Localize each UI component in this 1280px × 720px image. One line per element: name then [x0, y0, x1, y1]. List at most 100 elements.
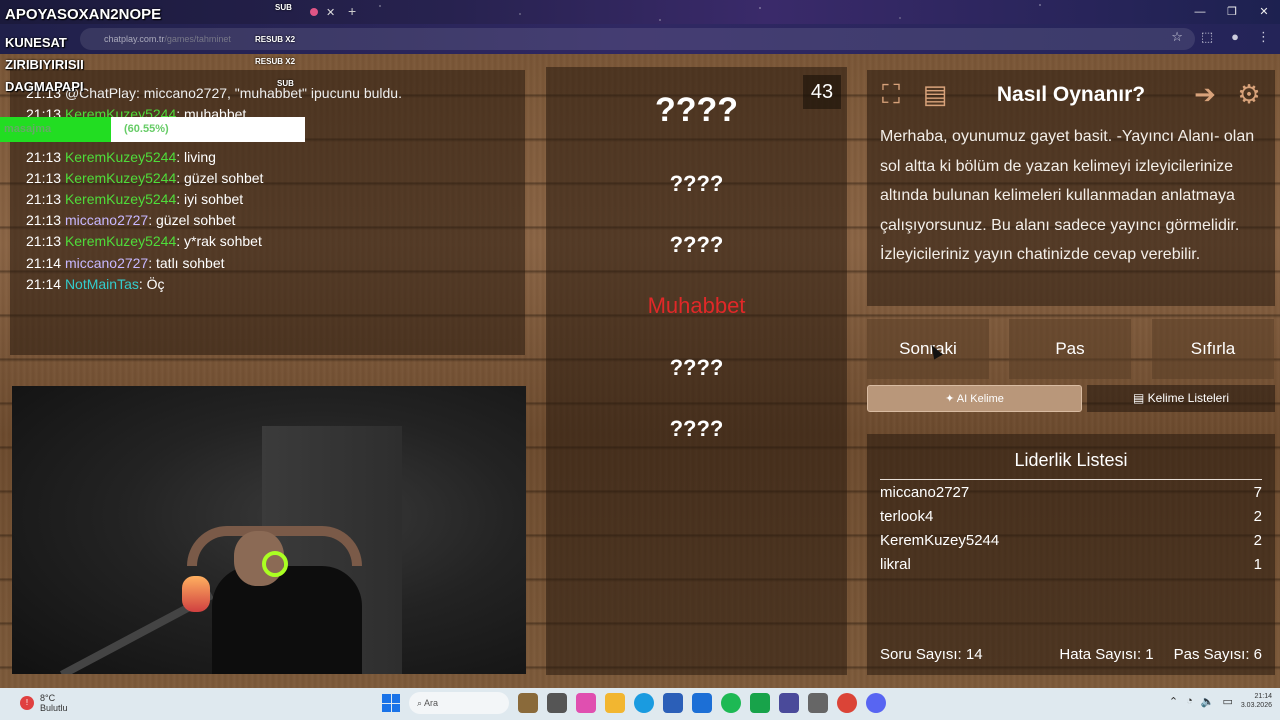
task-view-icon[interactable]: [547, 693, 567, 713]
weather-alert-icon: !: [20, 696, 34, 710]
player-name: KeremKuzey5244: [880, 532, 1000, 549]
chat-time: 21:14: [26, 254, 62, 271]
overlay-sub-3: RESUB X2: [255, 57, 296, 66]
chat-text: tatlı sohbet: [156, 254, 225, 271]
app-icon[interactable]: [808, 693, 828, 713]
leaderboard-panel: Liderlik Listesi miccano2727 7 terlook4 …: [867, 434, 1275, 675]
chat-username[interactable]: NotMainTas: [65, 276, 139, 292]
file-explorer-icon[interactable]: [605, 693, 625, 713]
tab-close-icon[interactable]: ✕: [326, 6, 335, 19]
word-lists-label: Kelime Listeleri: [1147, 391, 1230, 405]
close-window-icon[interactable]: ✕: [1248, 0, 1280, 24]
forbidden-word: ????: [669, 416, 724, 441]
overlay-name-4: DAGMAPAPI: [5, 79, 84, 94]
player-name: terlook4: [880, 508, 934, 525]
weather-temp: 8°C: [40, 693, 56, 703]
edge-icon[interactable]: [634, 693, 654, 713]
battery-icon[interactable]: ▭: [1222, 695, 1232, 708]
leaderboard-title: Liderlik Listesi: [880, 450, 1262, 480]
goal-percent: (60.55%): [124, 123, 169, 135]
chat-message: 21:13 KeremKuzey5244: iyi sohbet: [26, 191, 244, 207]
taskbar-apps: ⌕ Ara: [382, 692, 886, 714]
app-icon[interactable]: [779, 693, 799, 713]
settings-gear-icon[interactable]: ⚙: [1233, 78, 1265, 110]
game-stats: Soru Sayısı: 14 Hata Sayısı: 1 Pas Sayıs…: [880, 646, 1262, 663]
windows-start-icon[interactable]: [382, 694, 400, 712]
target-word: ????: [654, 91, 739, 129]
chat-username[interactable]: KeremKuzey5244: [65, 233, 176, 249]
tray-chevron-icon[interactable]: ⌃: [1169, 695, 1178, 708]
chat-username[interactable]: KeremKuzey5244: [65, 149, 176, 165]
reset-button[interactable]: Sıfırla: [1152, 319, 1274, 379]
minimize-icon[interactable]: —: [1184, 0, 1216, 24]
whatsapp-icon[interactable]: [750, 693, 770, 713]
ai-word-button[interactable]: ✦ AI Kelime: [867, 385, 1082, 412]
maximize-icon[interactable]: ❐: [1216, 0, 1248, 24]
overlay-name-3: ZIRIBIYIRISII: [5, 57, 84, 72]
leaderboard-row: terlook4 2: [880, 508, 1262, 525]
player-score: 1: [1253, 556, 1262, 573]
question-count: Soru Sayısı: 14: [880, 646, 983, 663]
goal-label: masajma: [4, 123, 52, 135]
chat-message: 21:13 miccano2727: güzel sohbet: [26, 212, 236, 229]
ai-word-label: AI Kelime: [956, 393, 1004, 405]
chat-time: 21:13: [26, 191, 62, 207]
copilot-icon[interactable]: [576, 693, 596, 713]
profile-icon[interactable]: ●: [1231, 29, 1239, 45]
chat-message: 21:13 KeremKuzey5244: y*rak sohbet: [26, 233, 262, 250]
system-tray: ⌃ ◔ 🔈 ▭ 21:14 3.03.2026: [1169, 692, 1272, 710]
list-icon: ▤: [1132, 391, 1148, 405]
chat-text: living: [184, 148, 216, 165]
chat-text: güzel sohbet: [156, 212, 236, 229]
search-icon: ⌕: [417, 698, 425, 708]
window-controls: — ❐ ✕: [1184, 0, 1280, 24]
ai-icon: ✦: [945, 393, 957, 405]
forbidden-word-revealed: Muhabbet: [647, 293, 746, 318]
tab-favicon-icon: [310, 8, 318, 16]
player-score: 2: [1253, 532, 1262, 549]
chat-time: 21:13: [26, 169, 62, 186]
browser-tab[interactable]: ✕: [302, 2, 342, 22]
chrome-icon[interactable]: [837, 693, 857, 713]
overlay-sub-2: RESUB X2: [255, 35, 296, 44]
player-score: 2: [1253, 508, 1262, 525]
chat-message: 21:14 NotMainTas: Öç: [26, 275, 165, 292]
mail-icon[interactable]: [692, 693, 712, 713]
new-tab-icon[interactable]: +: [348, 3, 356, 19]
how-to-play-text: Merhaba, oyunumuz gayet basit. -Yayıncı …: [880, 128, 1255, 264]
widgets-icon[interactable]: [518, 693, 538, 713]
headset-light: [262, 551, 288, 577]
store-icon[interactable]: [663, 693, 683, 713]
microphone: [182, 576, 210, 612]
exit-icon[interactable]: ➔: [1189, 78, 1221, 110]
overlay-sub-1: SUB: [275, 3, 292, 12]
discord-icon[interactable]: [866, 693, 886, 713]
chat-text: y*rak sohbet: [184, 233, 262, 250]
clock-time: 21:14: [1254, 693, 1272, 700]
chat-username[interactable]: KeremKuzey5244: [65, 191, 176, 207]
pass-button[interactable]: Pas: [1009, 319, 1131, 379]
chat-username[interactable]: KeremKuzey5244: [65, 170, 176, 186]
player-name: miccano2727: [880, 484, 970, 501]
forbidden-word: ????: [669, 232, 724, 257]
taskbar-search[interactable]: ⌕ Ara: [409, 692, 509, 714]
clock[interactable]: 21:14 3.03.2026: [1241, 692, 1272, 710]
chat-username[interactable]: miccano2727: [65, 212, 148, 228]
clock-date: 3.03.2026: [1240, 702, 1272, 709]
chat-time: 21:13: [26, 148, 62, 165]
browser-menu-icon[interactable]: ⋮: [1257, 29, 1270, 45]
volume-icon[interactable]: 🔈: [1201, 695, 1215, 708]
chat-text: iyi sohbet: [184, 191, 244, 207]
spotify-icon[interactable]: [721, 693, 741, 713]
weather-desc: Bulutlu: [40, 703, 68, 713]
chat-time: 21:13: [26, 233, 62, 250]
stream-overlay: APOYASOXAN2NOPE SUB KUNESAT RESUB X2 ZIR…: [0, 0, 305, 150]
bookmark-star-icon[interactable]: ☆: [1171, 29, 1183, 45]
webcam-feed: [12, 386, 526, 674]
word-lists-button[interactable]: ▤ Kelime Listeleri: [1087, 385, 1275, 412]
weather-widget[interactable]: ! 8°C Bulutlu: [20, 693, 68, 713]
chat-username[interactable]: miccano2727: [65, 255, 148, 271]
chat-message: 21:13 KeremKuzey5244: güzel sohbet: [26, 169, 264, 186]
extensions-icon[interactable]: ⬚: [1201, 29, 1213, 45]
network-icon[interactable]: ◔: [1186, 695, 1193, 707]
